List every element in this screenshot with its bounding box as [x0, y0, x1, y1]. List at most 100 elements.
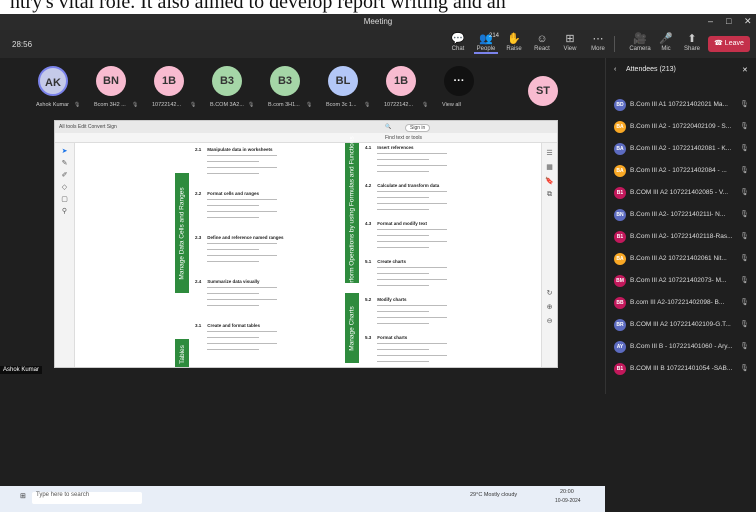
attendee-row[interactable]: AY B.Com III B - 107221401060 - Ary... 🎙	[612, 340, 752, 354]
text-line	[377, 197, 429, 198]
pdf-left-toolbar: ➤ ✎ ✐ ◇ ▢ ⚲	[55, 143, 75, 367]
text-line	[377, 171, 429, 172]
text-line	[377, 361, 429, 362]
participant-avatar[interactable]: B3	[212, 66, 242, 96]
refresh-icon[interactable]: ↻	[542, 289, 557, 297]
toolbar-people-button[interactable]: 👥 214 People	[474, 33, 499, 54]
maximize-button[interactable]: □	[726, 16, 731, 26]
pdf-search-icon[interactable]: 🔍	[385, 124, 391, 130]
text-line	[207, 255, 277, 256]
close-window-button[interactable]: ✕	[744, 16, 752, 27]
sign-in-button[interactable]: Sign in	[405, 124, 431, 132]
toolbar-share-button[interactable]: ⬆ Share	[680, 33, 704, 52]
attendee-name: B.COM III A2 107221402085 - V...	[630, 189, 729, 196]
close-panel-icon[interactable]: ✕	[742, 66, 748, 74]
taskbar-date: 10-09-2024	[555, 498, 581, 504]
section-heading: 4.2 Calculate and transform data	[365, 183, 439, 188]
attendee-row[interactable]: BR B.COM III A2 107221402109-G.T... 🎙	[612, 318, 752, 332]
mic-muted-icon: 🎙	[740, 167, 749, 174]
find-tools-input[interactable]: Find text or tools	[385, 135, 422, 141]
participant-name: View all	[442, 102, 461, 108]
mic-muted-icon: 🎙	[190, 102, 197, 108]
stamp-icon[interactable]: ⚲	[55, 207, 74, 215]
attendee-name: B.COM III B 107221401054 -SAB...	[630, 365, 733, 372]
attendee-row[interactable]: BA B.Com III A2 - 107221402081 - K... 🎙	[612, 142, 752, 156]
back-icon[interactable]: ‹	[614, 66, 616, 73]
weather: 29°C Mostly cloudy	[470, 492, 518, 498]
bookmark-icon[interactable]: 🔖	[542, 177, 557, 185]
attendee-row[interactable]: BN B.Com III A2- 10722140211l- N... 🎙	[612, 208, 752, 222]
toolbar-button-label: People	[476, 46, 496, 52]
attendee-row[interactable]: BA B.Com III A2 107221402061 Nit... 🎙	[612, 252, 752, 266]
select-icon[interactable]: ▢	[55, 195, 74, 203]
draw-icon[interactable]: ◇	[55, 183, 74, 191]
toolbar-raise-button[interactable]: ✋ Raise	[502, 33, 526, 52]
attendee-avatar: BD	[614, 99, 626, 111]
toolbar-more-button[interactable]: ⋯ More	[586, 33, 610, 52]
attendees-title: Attendees (213)	[626, 66, 676, 73]
taskbar-search[interactable]: Type here to search	[32, 492, 142, 504]
pdf-menu[interactable]: All tools Edit Convert Sign	[59, 124, 117, 130]
text-line	[377, 247, 429, 248]
mic-muted-icon: 🎙	[740, 321, 749, 328]
comments-panel-icon[interactable]: ☰	[542, 149, 557, 157]
section-title: Format and modify text	[377, 221, 428, 226]
zoom-out-icon[interactable]: ⊖	[542, 317, 557, 325]
attendee-row[interactable]: BA B.Com III A2 - 107220402109 - S... 🎙	[612, 120, 752, 134]
start-icon[interactable]: ⊞	[20, 492, 26, 500]
attendee-row[interactable]: BD B.Com III A1 107221402021 Ma... 🎙	[612, 98, 752, 112]
participant-avatar[interactable]: ···	[444, 66, 474, 96]
participant-avatar[interactable]: AK	[38, 66, 68, 96]
minimize-button[interactable]: –	[708, 16, 713, 26]
leave-button[interactable]: ☎ Leave	[708, 36, 750, 52]
text-line	[207, 337, 259, 338]
section-title: Modify charts	[377, 297, 407, 302]
attendee-avatar: BA	[614, 165, 626, 177]
section-heading: 2.4 Summarize data visually	[195, 279, 260, 284]
attendee-row[interactable]: BA B.Com III A2 - 107221402084 - ... 🎙	[612, 164, 752, 178]
text-line	[377, 343, 447, 344]
section-number: 5.2	[365, 297, 372, 302]
toolbar-button-label: React	[534, 46, 550, 52]
section-number: 2.3	[195, 235, 202, 240]
section-number: 4.3	[365, 221, 372, 226]
toolbar-react-button[interactable]: ☺ React	[530, 33, 554, 52]
attendee-row[interactable]: B1 B.COM III A2 107221402085 - V... 🎙	[612, 186, 752, 200]
mic-muted-icon: 🎙	[740, 211, 749, 218]
text-line	[207, 155, 277, 156]
zoom-in-icon[interactable]: ⊕	[542, 303, 557, 311]
attendees-header: ‹ Attendees (213) ✕	[606, 58, 756, 82]
attendee-row[interactable]: BM B.Com III A2 107221402073- M... 🎙	[612, 274, 752, 288]
section-title: Summarize data visually	[207, 279, 260, 284]
text-line	[207, 167, 277, 168]
section-heading: 2.3 Define and reference named ranges	[195, 235, 284, 240]
comment-icon[interactable]: ✎	[55, 159, 74, 167]
participant-avatar[interactable]: 1B	[386, 66, 416, 96]
cursor-icon[interactable]: ➤	[55, 147, 74, 155]
attendee-row[interactable]: BB B.com III A2-107221402098- B... 🎙	[612, 296, 752, 310]
section-heading: 3.1 Create and format tables	[195, 323, 260, 328]
mic-muted-icon: 🎙	[74, 102, 81, 108]
toolbar-mic-button[interactable]: 🎤 Mic	[654, 33, 678, 52]
taskbar-time: 20:00	[560, 489, 574, 495]
thumbnails-icon[interactable]: ▦	[542, 163, 557, 171]
section-title: Insert references	[377, 145, 414, 150]
attendee-row[interactable]: B1 B.Com III A2- 107221402118-Ras... 🎙	[612, 230, 752, 244]
toolbar-view-button[interactable]: ⊞ View	[558, 33, 582, 52]
participant-avatar[interactable]: ST	[528, 76, 558, 106]
participant-avatar[interactable]: 1B	[154, 66, 184, 96]
participant-avatar[interactable]: B3	[270, 66, 300, 96]
attendee-avatar: BA	[614, 121, 626, 133]
band-label: Perform Operations by using Formulas and…	[348, 135, 356, 291]
highlight-icon[interactable]: ✐	[55, 171, 74, 179]
attendee-row[interactable]: B1 B.COM III B 107221401054 -SAB... 🎙	[612, 362, 752, 376]
attendee-name: B.COM III A2 107221402109-G.T...	[630, 321, 731, 328]
shared-screen: All tools Edit Convert Sign 🔍 Sign in Fi…	[54, 120, 558, 368]
toolbar-chat-button[interactable]: 💬 Chat	[446, 33, 470, 52]
text-line	[377, 267, 447, 268]
participant-avatar[interactable]: BL	[328, 66, 358, 96]
toolbar-camera-button[interactable]: 🎥 Camera	[628, 33, 652, 52]
participant-avatar[interactable]: BN	[96, 66, 126, 96]
mic-muted-icon: 🎙	[740, 101, 749, 108]
attachments-icon[interactable]: ⧉	[542, 191, 557, 199]
